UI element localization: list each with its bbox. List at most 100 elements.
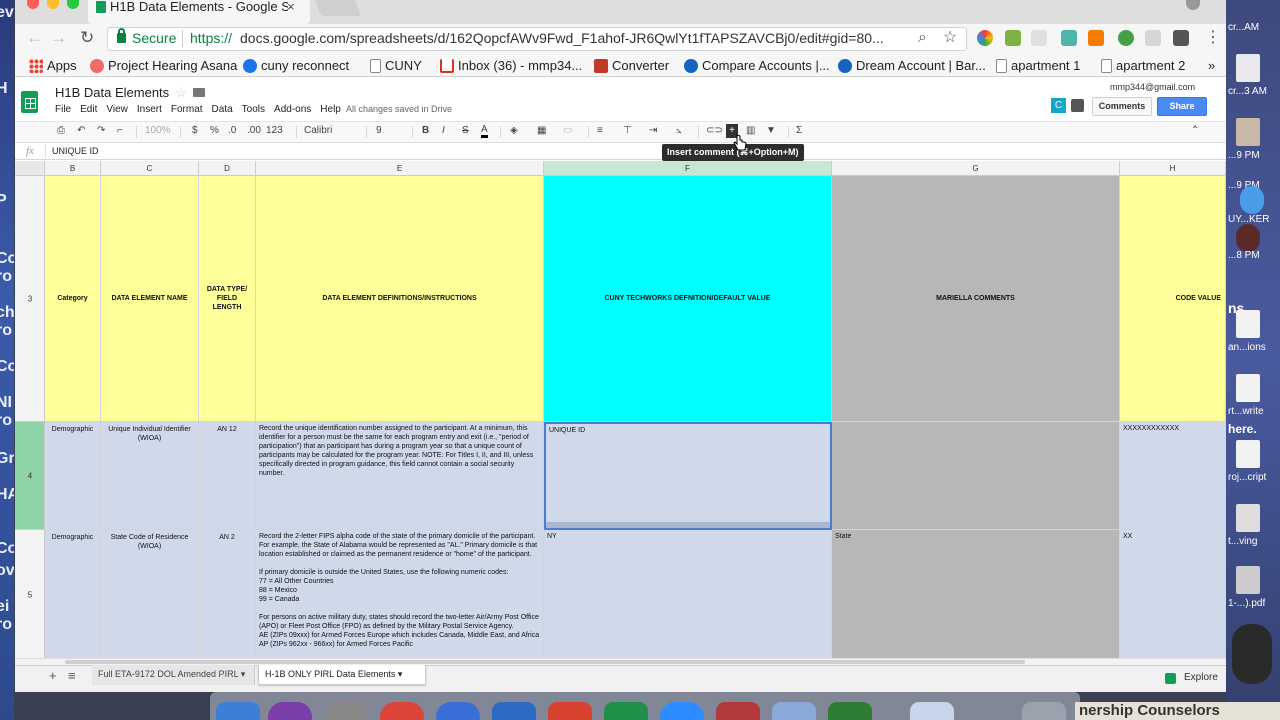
sheet-tab-h1b-only[interactable]: H-1B ONLY PIRL Data Elements ▾ [258,665,426,685]
bookmark-apartment-1[interactable]: apartment 1 [996,57,1080,74]
sheets-logo-icon[interactable] [21,91,38,113]
account-email[interactable]: mmp344@gmail.com [1110,82,1195,93]
menu-addons[interactable]: Add-ons [274,103,311,116]
desktop-folder-icon[interactable] [1240,186,1264,214]
explore-button[interactable]: Explore [1184,668,1218,688]
desktop-file-label[interactable]: roj...cript [1228,472,1266,483]
percent-format-button[interactable]: % [210,124,219,138]
cell-g4[interactable] [832,422,1120,530]
bookmark-apartment-2[interactable]: apartment 2 [1101,57,1185,74]
desktop-file-label[interactable]: rt...write [1228,406,1264,417]
extension-icon[interactable] [1173,30,1189,46]
merge-cells-icon[interactable]: ▭ [563,124,572,138]
increase-decimal-button[interactable]: .00 [247,124,261,138]
bookmark-cuny[interactable]: CUNY [370,57,422,74]
horizontal-align-icon[interactable]: ≡ [597,124,603,138]
collapse-toolbar-icon[interactable]: ⌃ [1191,124,1199,138]
desktop-file-label[interactable]: cr...AM [1228,22,1259,33]
cell-c3[interactable]: DATA ELEMENT NAME [101,176,199,422]
cell-f5[interactable]: NY [544,530,832,660]
vertical-align-icon[interactable]: ⊤ [623,124,632,138]
safari-dock-icon[interactable] [436,702,480,720]
menu-insert[interactable]: Insert [137,103,162,116]
cell-b4[interactable]: Demographic [45,422,101,530]
redo-icon[interactable]: ↷ [97,124,105,138]
extension-icon[interactable] [1088,30,1104,46]
extension-icon[interactable] [977,30,993,46]
trash-dock-icon[interactable] [1022,702,1066,720]
extension-icon[interactable] [1118,30,1134,46]
document-title[interactable]: H1B Data Elements [55,85,169,101]
bookmark-star-icon[interactable]: ☆ [943,29,957,47]
fill-color-icon[interactable]: ◈ [510,124,518,138]
insert-chart-icon[interactable]: ▥ [746,124,755,138]
decrease-decimal-button[interactable]: .0 [228,124,236,138]
menu-file[interactable]: File [55,103,71,116]
column-header-g[interactable]: G [832,161,1120,176]
desktop-file-icon[interactable] [1236,440,1260,468]
folder-icon[interactable] [193,88,205,97]
extension-icon[interactable] [1145,30,1161,46]
desktop-file-label[interactable]: cr...3 AM [1228,86,1267,97]
desktop-file-icon[interactable] [1236,118,1260,146]
bookmark-apps[interactable]: Apps [29,57,77,74]
functions-icon[interactable]: Σ [796,124,802,138]
desktop-image-icon[interactable] [1236,224,1260,252]
cell-c4[interactable]: Unique Individual Identifier (WIOA) [101,422,199,530]
reload-icon[interactable]: ↻ [80,28,94,48]
desktop-file-icon[interactable] [1236,566,1260,594]
star-icon[interactable]: ☆ [175,85,187,101]
desktop-file-label[interactable]: ...9 PM [1228,150,1260,161]
formula-input[interactable]: UNIQUE ID [52,145,99,158]
back-icon[interactable]: ← [26,28,43,48]
comments-button[interactable]: Comments [1092,97,1152,116]
row-header-5[interactable]: 5 [15,530,45,660]
menu-format[interactable]: Format [171,103,203,116]
paint-format-icon[interactable]: ⌐ [117,124,123,138]
desktop-photo-icon[interactable] [1232,624,1272,684]
tab-close-icon[interactable]: × [287,0,295,14]
scrollbar-thumb[interactable] [65,660,1025,664]
cell-g3[interactable]: MARIELLA COMMENTS [832,176,1120,422]
cell-g5[interactable]: State [832,530,1120,660]
italic-button[interactable]: I [442,124,445,138]
cell-h4[interactable]: XXXXXXXXXXXX [1120,422,1226,530]
chat-icon[interactable] [1071,99,1084,112]
forward-icon[interactable]: → [50,28,67,48]
zoom-select[interactable]: 100% [145,124,171,138]
cell-b5[interactable]: Demographic [45,530,101,660]
downloads-dock-icon[interactable] [910,702,954,720]
cell-d3[interactable]: DATA TYPE/ FIELD LENGTH [199,176,256,422]
desktop-file-label[interactable]: t...ving [1228,536,1257,547]
desktop-file-icon[interactable] [1236,504,1260,532]
cell-e5[interactable]: Record the 2-letter FIPS alpha code of t… [256,530,544,660]
all-sheets-button[interactable]: ≡ [68,668,76,684]
column-header-d[interactable]: D [199,161,256,176]
menu-edit[interactable]: Edit [80,103,97,116]
cell-f3[interactable]: CUNY TECHWORKS DEFNITION/DEFAULT VALUE [544,176,832,422]
menu-tools[interactable]: Tools [242,103,265,116]
cell-c5[interactable]: State Code of Residence (WIOA) [101,530,199,660]
cell-h3[interactable]: CODE VALUE [1120,176,1226,422]
desktop-file-label[interactable]: here. [1228,422,1257,436]
desktop-file-icon[interactable] [1236,310,1260,338]
cell-b3[interactable]: Category [45,176,101,422]
bookmark-asana[interactable]: Project Hearing Asana [90,57,237,74]
cell-d4[interactable]: AN 12 [199,422,256,530]
strikethrough-button[interactable]: S [462,124,469,138]
new-tab-button[interactable] [315,0,361,16]
menu-view[interactable]: View [106,103,128,116]
cell-e4[interactable]: Record the unique identification number … [256,422,544,530]
desktop-file-label[interactable]: ...8 PM [1228,250,1260,261]
chrome-dock-icon[interactable] [380,702,424,720]
excel-dock-icon[interactable] [604,702,648,720]
column-header-f[interactable]: F [544,161,832,176]
preview-dock-icon[interactable] [772,702,816,720]
font-family-select[interactable]: Calibri [304,124,332,138]
zoom-dock-icon[interactable] [660,702,704,720]
app-dock-icon[interactable] [828,702,872,720]
insert-link-icon[interactable]: ⊂⊃ [706,124,723,138]
system-preferences-dock-icon[interactable] [324,702,368,720]
cell-d5[interactable]: AN 2 [199,530,256,660]
row-header-4[interactable]: 4 [15,422,45,530]
